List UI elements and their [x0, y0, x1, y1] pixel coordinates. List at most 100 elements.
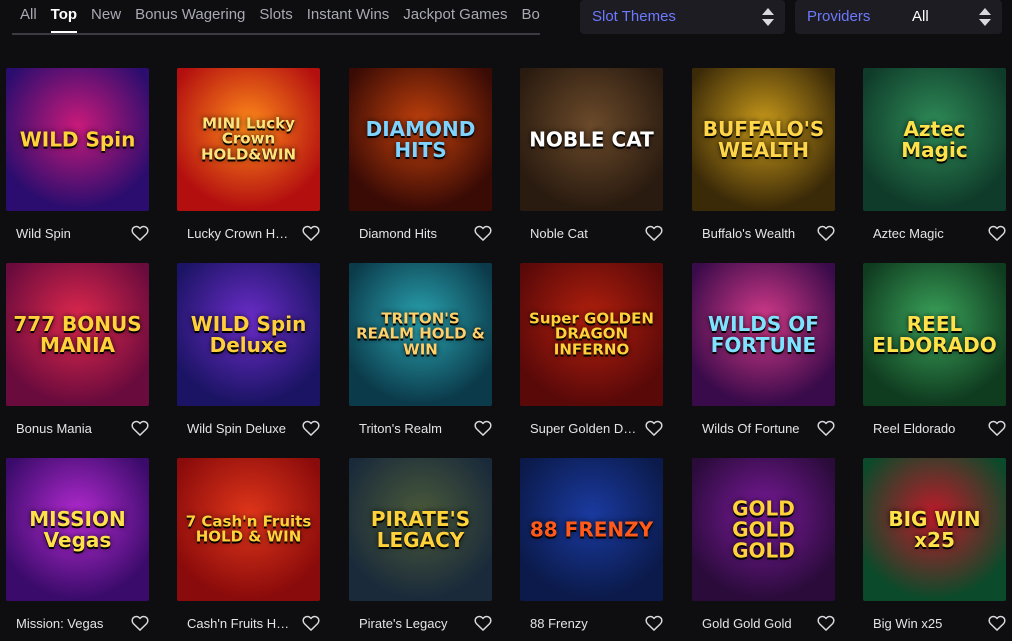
game-thumbnail[interactable]: BIG WIN x25 — [863, 458, 1006, 601]
slot-themes-label: Slot Themes — [592, 8, 676, 25]
game-card[interactable]: WILD Spin Wild Spin — [6, 68, 149, 253]
game-title: Bonus Mania — [16, 421, 92, 436]
game-logo: BUFFALO'S WEALTH — [702, 116, 825, 162]
game-title: Big Win x25 — [873, 616, 943, 631]
game-title: Cash'n Fruits Hold & Win — [187, 616, 295, 631]
game-thumbnail[interactable]: Aztec Magic — [863, 68, 1006, 211]
game-logo: 88 FRENZY — [529, 517, 654, 541]
game-title: Super Golden Dragon Inferno — [530, 421, 638, 436]
heart-outline-icon[interactable] — [987, 418, 1007, 438]
heart-outline-icon[interactable] — [130, 613, 150, 633]
heart-outline-icon[interactable] — [816, 613, 836, 633]
game-card[interactable]: WILDS OF FORTUNE Wilds Of Fortune — [692, 263, 835, 448]
game-logo: TRITON'S REALM HOLD & WIN — [356, 308, 485, 359]
top-bar: All Top New Bonus Wagering Slots Instant… — [0, 0, 1012, 52]
game-thumbnail[interactable]: TRITON'S REALM HOLD & WIN — [349, 263, 492, 406]
game-title: Diamond Hits — [359, 226, 438, 241]
game-logo: WILD Spin — [19, 127, 136, 151]
tab-top[interactable]: Top — [50, 0, 78, 33]
game-title: Triton's Realm — [359, 421, 442, 436]
game-logo: MISSION Vegas — [29, 506, 126, 552]
heart-outline-icon[interactable] — [130, 223, 150, 243]
game-logo: PIRATE'S LEGACY — [370, 506, 471, 552]
providers-label: Providers — [807, 8, 871, 25]
game-card[interactable]: 88 FRENZY 88 Frenzy — [520, 458, 663, 641]
heart-outline-icon[interactable] — [644, 613, 664, 633]
game-thumbnail[interactable]: REEL ELDORADO — [863, 263, 1006, 406]
game-thumbnail[interactable]: Super GOLDEN DRAGON INFERNO — [520, 263, 663, 406]
game-card[interactable]: BIG WIN x25 Big Win x25 — [863, 458, 1006, 641]
game-thumbnail[interactable]: 7 Cash'n Fruits HOLD & WIN — [177, 458, 320, 601]
game-logo: WILDS OF FORTUNE — [708, 311, 819, 357]
game-thumbnail[interactable]: GOLD GOLD GOLD — [692, 458, 835, 601]
game-card[interactable]: GOLD GOLD GOLD Gold Gold Gold — [692, 458, 835, 641]
heart-outline-icon[interactable] — [130, 418, 150, 438]
game-thumbnail[interactable]: MISSION Vegas — [6, 458, 149, 601]
tab-slots[interactable]: Slots — [259, 0, 292, 33]
providers-select[interactable]: Providers All — [795, 0, 1002, 34]
game-logo: Super GOLDEN DRAGON INFERNO — [529, 308, 654, 359]
game-card[interactable]: TRITON'S REALM HOLD & WIN Triton's Realm — [349, 263, 492, 448]
tab-instant-wins[interactable]: Instant Wins — [307, 0, 390, 33]
chevron-up-down-icon — [978, 6, 992, 28]
game-card[interactable]: MINI Lucky Crown HOLD&WIN Lucky Crown Hol… — [177, 68, 320, 253]
game-title: 88 Frenzy — [530, 616, 588, 631]
heart-outline-icon[interactable] — [473, 223, 493, 243]
tab-jackpot-games[interactable]: Jackpot Games — [403, 0, 507, 33]
game-card[interactable]: MISSION Vegas Mission: Vegas — [6, 458, 149, 641]
game-thumbnail[interactable]: BUFFALO'S WEALTH — [692, 68, 835, 211]
game-card[interactable]: BUFFALO'S WEALTH Buffalo's Wealth — [692, 68, 835, 253]
game-title: Lucky Crown Hold & Win — [187, 226, 295, 241]
game-card[interactable]: NOBLE CAT Noble Cat — [520, 68, 663, 253]
game-logo: 777 BONUS MANIA — [13, 311, 142, 357]
game-thumbnail[interactable]: WILD Spin Deluxe — [177, 263, 320, 406]
heart-outline-icon[interactable] — [301, 613, 321, 633]
heart-outline-icon[interactable] — [644, 223, 664, 243]
game-logo: GOLD GOLD GOLD — [732, 496, 795, 562]
game-card[interactable]: DIAMOND HITS Diamond Hits — [349, 68, 492, 253]
game-thumbnail[interactable]: PIRATE'S LEGACY — [349, 458, 492, 601]
game-card[interactable]: WILD Spin Deluxe Wild Spin Deluxe — [177, 263, 320, 448]
game-logo: WILD Spin Deluxe — [190, 311, 307, 357]
tab-new[interactable]: New — [91, 0, 121, 33]
game-thumbnail[interactable]: DIAMOND HITS — [349, 68, 492, 211]
game-title: Wilds Of Fortune — [702, 421, 800, 436]
game-thumbnail[interactable]: NOBLE CAT — [520, 68, 663, 211]
game-card[interactable]: 7 Cash'n Fruits HOLD & WIN Cash'n Fruits … — [177, 458, 320, 641]
game-thumbnail[interactable]: 777 BONUS MANIA — [6, 263, 149, 406]
heart-outline-icon[interactable] — [301, 418, 321, 438]
game-title: Noble Cat — [530, 226, 588, 241]
game-card[interactable]: PIRATE'S LEGACY Pirate's Legacy — [349, 458, 492, 641]
heart-outline-icon[interactable] — [301, 223, 321, 243]
category-tabs: All Top New Bonus Wagering Slots Instant… — [12, 0, 540, 35]
game-title: Buffalo's Wealth — [702, 226, 796, 241]
heart-outline-icon[interactable] — [644, 418, 664, 438]
game-card[interactable]: Super GOLDEN DRAGON INFERNO Super Golden … — [520, 263, 663, 448]
heart-outline-icon[interactable] — [473, 418, 493, 438]
game-title: Wild Spin — [16, 226, 71, 241]
heart-outline-icon[interactable] — [987, 223, 1007, 243]
game-thumbnail[interactable]: WILD Spin — [6, 68, 149, 211]
game-card[interactable]: Aztec Magic Aztec Magic — [863, 68, 1006, 253]
game-logo: Aztec Magic — [901, 116, 968, 162]
game-card[interactable]: 777 BONUS MANIA Bonus Mania — [6, 263, 149, 448]
game-logo: REEL ELDORADO — [872, 311, 997, 357]
game-thumbnail[interactable]: WILDS OF FORTUNE — [692, 263, 835, 406]
heart-outline-icon[interactable] — [473, 613, 493, 633]
game-title: Pirate's Legacy — [359, 616, 448, 631]
game-title: Reel Eldorado — [873, 421, 956, 436]
heart-outline-icon[interactable] — [816, 418, 836, 438]
game-logo: 7 Cash'n Fruits HOLD & WIN — [185, 511, 312, 546]
game-title: Mission: Vegas — [16, 616, 104, 631]
tab-bonus-wagering[interactable]: Bonus Wagering — [135, 0, 245, 33]
slot-themes-select[interactable]: Slot Themes — [580, 0, 785, 34]
tab-all[interactable]: All — [20, 0, 37, 33]
heart-outline-icon[interactable] — [816, 223, 836, 243]
game-title: Aztec Magic — [873, 226, 944, 241]
game-logo: BIG WIN x25 — [888, 506, 981, 552]
game-card[interactable]: REEL ELDORADO Reel Eldorado — [863, 263, 1006, 448]
game-thumbnail[interactable]: MINI Lucky Crown HOLD&WIN — [177, 68, 320, 211]
game-thumbnail[interactable]: 88 FRENZY — [520, 458, 663, 601]
tab-bonus-truncated[interactable]: Bo — [522, 0, 540, 33]
heart-outline-icon[interactable] — [987, 613, 1007, 633]
